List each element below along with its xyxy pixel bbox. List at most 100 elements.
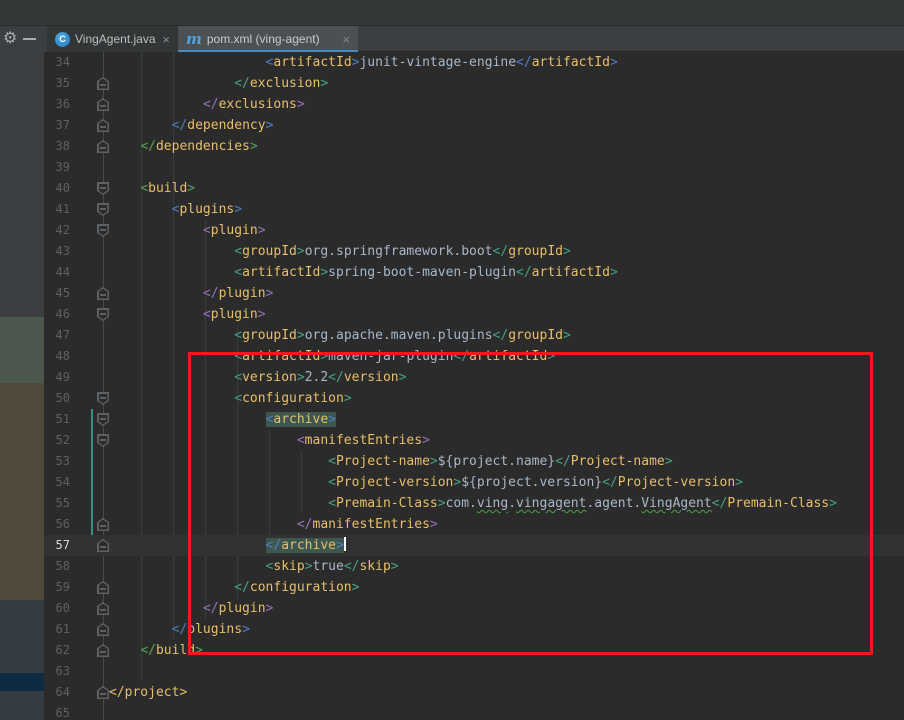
code-span: > [422,433,430,448]
fold-end-marker[interactable] [97,581,109,594]
code-line-40[interactable]: 40 <build> [0,178,904,199]
editor-toolbar: ⚙ [0,26,47,52]
code-span: vingagent [516,496,586,511]
code-span [109,580,234,595]
xml-tag-name: groupId [508,328,563,343]
fold-end-marker[interactable] [97,77,109,90]
code-line-63[interactable]: 63 [0,661,904,682]
code-span: </ [234,76,250,91]
code-span: </ [140,139,156,154]
fold-marker-part [100,609,106,611]
code-text: </exclusions> [109,94,904,115]
code-span: </ [453,349,469,364]
code-text: </plugin> [109,283,904,304]
code-line-58[interactable]: 58 <skip>true</skip> [0,556,904,577]
fold-end-marker[interactable] [97,287,109,300]
code-line-64[interactable]: 64</project> [0,682,904,703]
fold-start-marker[interactable] [97,434,109,447]
code-line-61[interactable]: 61 </plugins> [0,619,904,640]
fold-start-marker[interactable] [97,203,109,216]
code-line-56[interactable]: 56 </manifestEntries> [0,514,904,535]
code-span [109,202,172,217]
fold-start-marker[interactable] [97,308,109,321]
tab-vingagent-java[interactable]: C VingAgent.java × [47,26,178,52]
fold-start-marker[interactable] [97,182,109,195]
code-span: < [234,349,242,364]
fold-end-marker[interactable] [97,539,109,552]
fold-end-marker[interactable] [97,623,109,636]
fold-end-marker[interactable] [97,140,109,153]
code-line-55[interactable]: 55 <Premain-Class>com.ving.vingagent.age… [0,493,904,514]
code-line-46[interactable]: 46 <plugin> [0,304,904,325]
code-line-42[interactable]: 42 <plugin> [0,220,904,241]
code-span: spring-boot-maven-plugin [328,265,516,280]
code-line-45[interactable]: 45 </plugin> [0,283,904,304]
code-line-57[interactable]: 57 </archive> [44,535,904,556]
code-line-36[interactable]: 36 </exclusions> [0,94,904,115]
code-line-39[interactable]: 39 [0,157,904,178]
code-line-51[interactable]: 51 <archive> [0,409,904,430]
code-span: </ [172,622,188,637]
code-line-37[interactable]: 37 </dependency> [0,115,904,136]
code-text: <artifactId>spring-boot-maven-plugin</ar… [109,262,904,283]
code-editor[interactable]: 34 <artifactId>junit-vintage-engine</art… [0,52,904,720]
line-number: 54 [44,472,70,493]
xml-tag-name: Premain-Class [727,496,829,511]
code-line-52[interactable]: 52 <manifestEntries> [0,430,904,451]
xml-tag-name: archive [281,538,336,553]
line-number: 61 [44,619,70,640]
line-number: 41 [44,199,70,220]
xml-tag-name: dependency [187,118,265,133]
code-line-65[interactable]: 65 [0,703,904,720]
fold-end-marker[interactable] [97,98,109,111]
close-icon[interactable]: × [162,33,170,46]
tab-pom-xml[interactable]: m pom.xml (ving-agent) × [178,26,358,52]
xml-tag-name: skip [359,559,390,574]
xml-tag-name: plugin [219,601,266,616]
code-line-48[interactable]: 48 <artifactId>maven-jar-plugin</artifac… [0,346,904,367]
hide-panel-icon[interactable] [23,38,36,40]
fold-end-marker[interactable] [97,518,109,531]
fold-start-marker[interactable] [97,224,109,237]
code-line-38[interactable]: 38 </dependencies> [0,136,904,157]
code-line-60[interactable]: 60 </plugin> [0,598,904,619]
code-line-43[interactable]: 43 <groupId>org.springframework.boot</gr… [0,241,904,262]
code-line-54[interactable]: 54 <Project-version>${project.version}</… [0,472,904,493]
xml-tag-name: plugin [211,223,258,238]
line-number: 63 [44,661,70,682]
code-line-53[interactable]: 53 <Project-name>${project.name}</Projec… [0,451,904,472]
code-span: > [297,244,305,259]
fold-end-marker[interactable] [97,644,109,657]
code-text: </dependency> [109,115,904,136]
code-span: </ [493,328,509,343]
code-span [109,244,234,259]
code-line-44[interactable]: 44 <artifactId>spring-boot-maven-plugin<… [0,262,904,283]
code-line-35[interactable]: 35 </exclusion> [0,73,904,94]
code-span [109,433,297,448]
line-number: 58 [44,556,70,577]
code-line-41[interactable]: 41 <plugins> [0,199,904,220]
gear-icon[interactable]: ⚙ [3,31,17,47]
xml-tag-name: manifestEntries [305,433,422,448]
fold-end-marker[interactable] [97,686,109,699]
fold-start-marker[interactable] [97,392,109,405]
fold-marker-part [100,525,106,527]
code-line-59[interactable]: 59 </configuration> [0,577,904,598]
fold-end-marker[interactable] [97,119,109,132]
code-line-49[interactable]: 49 <version>2.2</version> [0,367,904,388]
code-span: ${project.name} [438,454,555,469]
line-number: 39 [44,157,70,178]
code-line-47[interactable]: 47 <groupId>org.apache.maven.plugins</gr… [0,325,904,346]
code-span: maven-jar-plugin [328,349,453,364]
code-text: <skip>true</skip> [109,556,904,577]
close-icon[interactable]: × [342,33,350,46]
code-text: <manifestEntries> [109,430,904,451]
fold-start-marker[interactable] [97,413,109,426]
code-line-34[interactable]: 34 <artifactId>junit-vintage-engine</art… [0,52,904,73]
fold-end-marker[interactable] [97,602,109,615]
code-text: </project> [109,682,904,703]
fold-marker-part [100,229,106,231]
code-line-62[interactable]: 62 </build> [0,640,904,661]
code-line-50[interactable]: 50 <configuration> [0,388,904,409]
fold-marker-part [100,546,106,548]
